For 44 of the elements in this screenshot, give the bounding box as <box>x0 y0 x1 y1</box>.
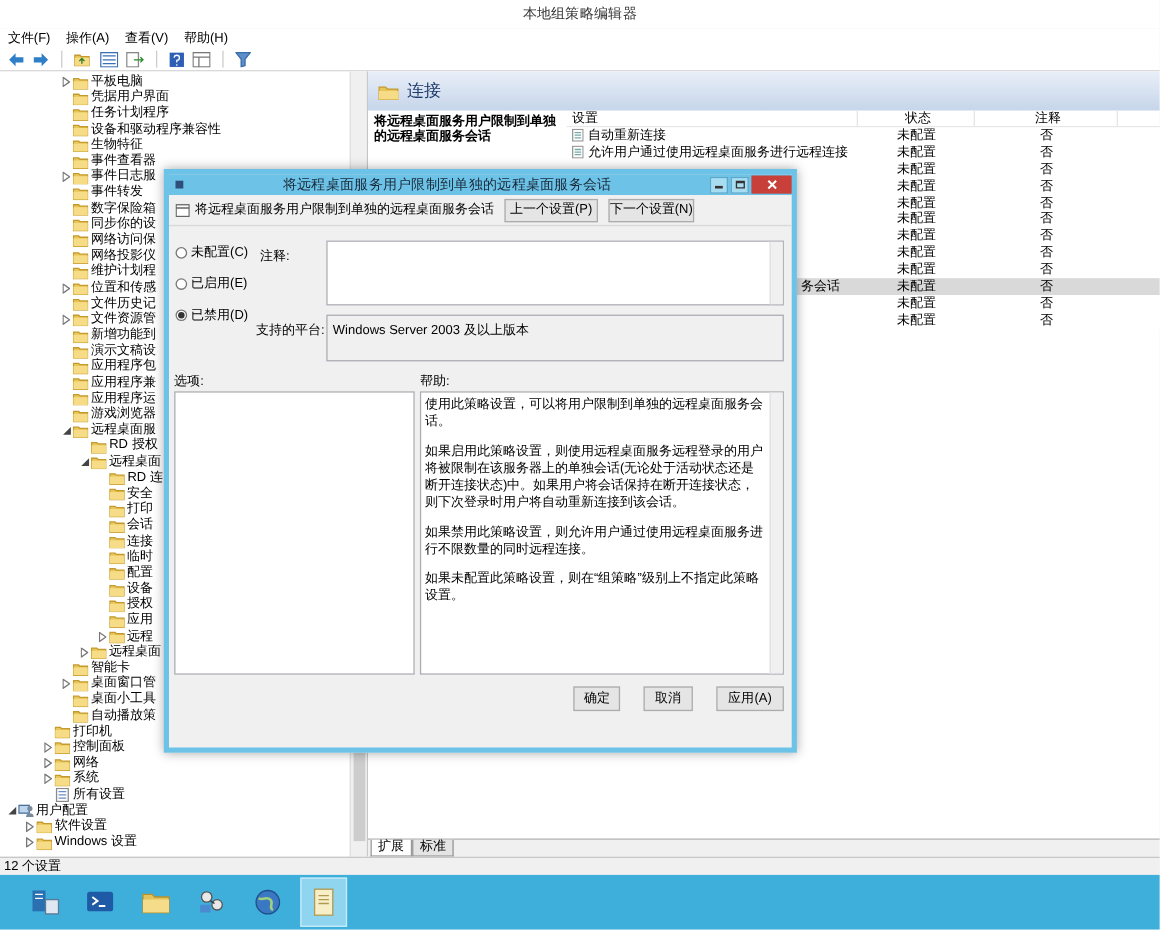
grid-view-icon[interactable] <box>192 51 211 67</box>
expanded-triangle-icon[interactable] <box>79 457 90 467</box>
radio-button[interactable] <box>175 277 188 290</box>
pane-title: 连接 <box>406 78 441 104</box>
scrollbar[interactable] <box>769 392 783 674</box>
folder-icon <box>378 82 400 100</box>
maximize-button[interactable] <box>730 176 749 194</box>
folder-up-icon[interactable] <box>74 51 93 67</box>
back-arrow-icon[interactable] <box>7 51 25 67</box>
radio-button[interactable] <box>175 308 188 321</box>
help-icon[interactable] <box>169 51 185 67</box>
forward-arrow-icon[interactable] <box>32 51 50 67</box>
app-icon <box>174 179 185 190</box>
radio-button[interactable] <box>175 246 188 259</box>
collapsed-triangle-icon[interactable] <box>98 631 107 642</box>
list-view-icon[interactable] <box>100 51 119 67</box>
user-computer-icon <box>18 803 34 818</box>
collapsed-triangle-icon[interactable] <box>62 282 71 294</box>
collapsed-triangle-icon[interactable] <box>62 678 71 690</box>
collapsed-triangle-icon[interactable] <box>44 742 52 753</box>
expanded-triangle-icon[interactable] <box>61 426 71 436</box>
setting-page-icon <box>572 129 584 143</box>
collapsed-triangle-icon[interactable] <box>62 76 71 88</box>
comment-field[interactable] <box>326 240 784 306</box>
collapsed-triangle-icon[interactable] <box>26 837 34 848</box>
close-button[interactable] <box>751 175 792 194</box>
collapsed-triangle-icon[interactable] <box>44 773 52 785</box>
collapsed-triangle-icon[interactable] <box>80 647 89 658</box>
globe-icon <box>252 886 284 918</box>
expanded-triangle-icon[interactable] <box>7 806 17 816</box>
collapsed-triangle-icon[interactable] <box>62 314 71 325</box>
collapsed-triangle-icon[interactable] <box>62 171 71 183</box>
collapsed-triangle-icon[interactable] <box>26 821 34 832</box>
export-icon[interactable] <box>126 51 145 67</box>
policy-icon <box>175 203 190 217</box>
taskbar-button[interactable] <box>300 877 348 927</box>
network-icon <box>196 886 228 918</box>
collapsed-triangle-icon[interactable] <box>44 758 52 769</box>
scrollbar[interactable] <box>769 241 783 305</box>
minimize-button[interactable] <box>709 176 728 194</box>
settings-list-icon <box>54 787 71 803</box>
server-icon <box>28 886 60 918</box>
close-icon <box>766 179 777 190</box>
setting-page-icon <box>572 146 584 160</box>
